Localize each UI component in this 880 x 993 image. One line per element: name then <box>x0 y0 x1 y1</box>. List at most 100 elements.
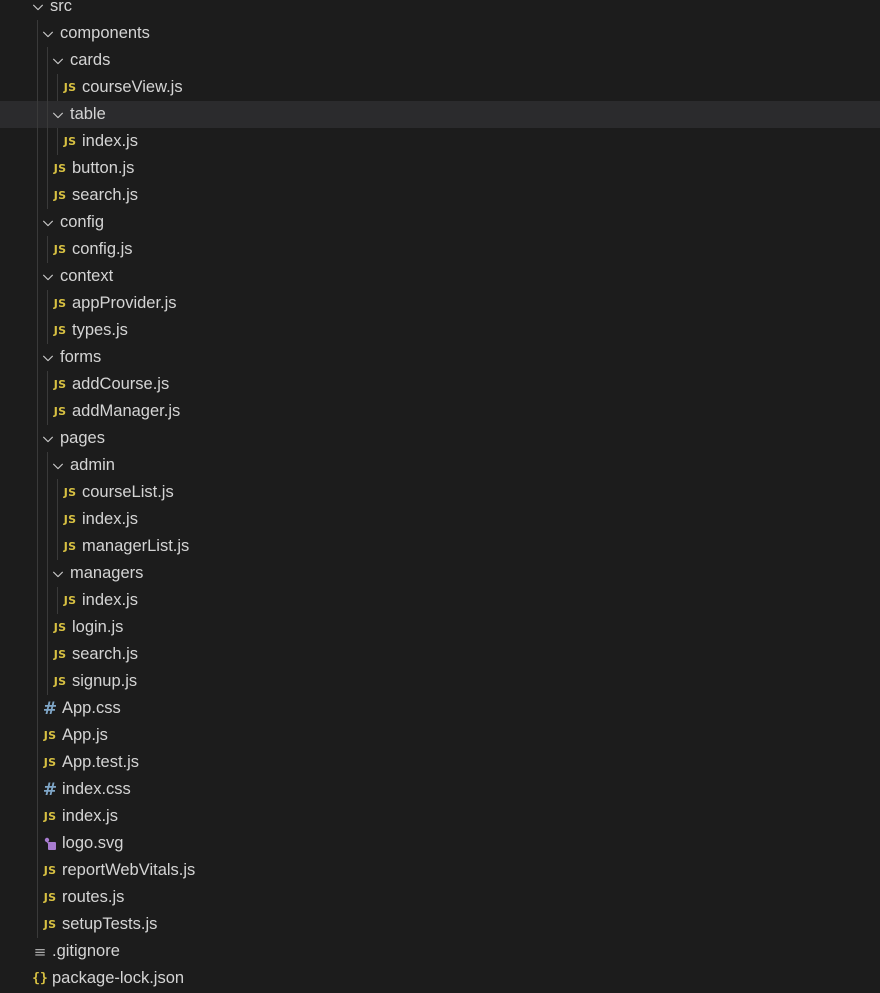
tree-file-courseView.js[interactable]: JS courseView.js <box>0 74 880 101</box>
indent-guide-line <box>37 506 38 533</box>
tree-file-index.css[interactable]: # index.css <box>0 776 880 803</box>
js-file-icon: JS <box>63 594 77 607</box>
indent-guide-line <box>37 155 38 182</box>
indent-guide-line <box>37 749 38 776</box>
js-file-icon: JS <box>43 756 57 769</box>
indent-guide-line <box>37 263 38 290</box>
indent-guide-line <box>47 47 48 74</box>
indent-guide-line <box>47 74 48 101</box>
tree-file-index.js[interactable]: JS index.js <box>0 587 880 614</box>
tree-file-button.js[interactable]: JS button.js <box>0 155 880 182</box>
lines-file-icon: ≡ <box>33 942 47 961</box>
tree-file-index.js[interactable]: JS index.js <box>0 506 880 533</box>
indent-guide-line <box>37 830 38 857</box>
indent-guide-line <box>37 20 38 47</box>
tree-item-label: config <box>60 213 105 231</box>
tree-folder-managers[interactable]: managers <box>0 560 880 587</box>
tree-item-label: search.js <box>72 186 139 204</box>
tree-file-setupTests.js[interactable]: JS setupTests.js <box>0 911 880 938</box>
tree-item-label: addManager.js <box>72 402 181 420</box>
js-file-icon: JS <box>53 405 67 418</box>
tree-folder-components[interactable]: components <box>0 20 880 47</box>
tree-item-label: index.js <box>82 132 138 150</box>
indent-guide-line <box>37 101 38 128</box>
tree-file-index.js[interactable]: JS index.js <box>0 128 880 155</box>
tree-file-types.js[interactable]: JS types.js <box>0 317 880 344</box>
tree-file-App.css[interactable]: # App.css <box>0 695 880 722</box>
js-file-icon: JS <box>53 648 67 661</box>
indent-guide-line <box>47 155 48 182</box>
tree-file-addCourse.js[interactable]: JS addCourse.js <box>0 371 880 398</box>
tree-file-signup.js[interactable]: JS signup.js <box>0 668 880 695</box>
tree-folder-forms[interactable]: forms <box>0 344 880 371</box>
tree-folder-table[interactable]: table <box>0 101 880 128</box>
tree-folder-config[interactable]: config <box>0 209 880 236</box>
indent-guide-line <box>37 209 38 236</box>
indent-guide-line <box>37 641 38 668</box>
tree-folder-context[interactable]: context <box>0 263 880 290</box>
tree-item-label: config.js <box>72 240 133 258</box>
tree-item-label: forms <box>60 348 102 366</box>
indent-guide-line <box>47 317 48 344</box>
js-file-icon: JS <box>43 729 57 742</box>
indent-guide-line <box>47 128 48 155</box>
indent-guide-line <box>37 425 38 452</box>
tree-folder-src[interactable]: src <box>0 0 880 20</box>
indent-guide-line <box>37 128 38 155</box>
tree-file-App.test.js[interactable]: JS App.test.js <box>0 749 880 776</box>
indent-guide-line <box>57 506 58 533</box>
tree-file-addManager.js[interactable]: JS addManager.js <box>0 398 880 425</box>
js-file-icon: JS <box>63 135 77 148</box>
indent-guide-line <box>37 857 38 884</box>
tree-item-label: button.js <box>72 159 135 177</box>
indent-guide-line <box>37 479 38 506</box>
js-file-icon: JS <box>43 810 57 823</box>
tree-file-App.js[interactable]: JS App.js <box>0 722 880 749</box>
tree-file-courseList.js[interactable]: JS courseList.js <box>0 479 880 506</box>
chevron-down-icon <box>48 105 68 125</box>
indent-guide-line <box>47 290 48 317</box>
indent-guide-line <box>37 182 38 209</box>
js-file-icon: JS <box>53 297 67 310</box>
js-file-icon: JS <box>53 189 67 202</box>
tree-file-routes.js[interactable]: JS routes.js <box>0 884 880 911</box>
js-file-icon: JS <box>43 918 57 931</box>
indent-guide-line <box>37 452 38 479</box>
tree-item-label: index.js <box>82 591 138 609</box>
indent-guide-line <box>37 560 38 587</box>
tree-file-index.js[interactable]: JS index.js <box>0 803 880 830</box>
tree-item-label: index.css <box>62 780 131 798</box>
chevron-down-icon <box>28 0 48 17</box>
tree-item-label: cards <box>70 51 111 69</box>
indent-guide-line <box>37 371 38 398</box>
tree-file-.gitignore[interactable]: ≡ .gitignore <box>0 938 880 965</box>
tree-item-label: search.js <box>72 645 139 663</box>
tree-file-reportWebVitals.js[interactable]: JS reportWebVitals.js <box>0 857 880 884</box>
indent-guide-line <box>47 101 48 128</box>
tree-file-login.js[interactable]: JS login.js <box>0 614 880 641</box>
tree-file-search.js[interactable]: JS search.js <box>0 182 880 209</box>
tree-file-logo.svg[interactable]: logo.svg <box>0 830 880 857</box>
tree-folder-pages[interactable]: pages <box>0 425 880 452</box>
tree-item-label: reportWebVitals.js <box>62 861 196 879</box>
js-file-icon: JS <box>53 162 67 175</box>
js-file-icon: JS <box>53 378 67 391</box>
tree-item-label: src <box>50 0 72 15</box>
tree-file-appProvider.js[interactable]: JS appProvider.js <box>0 290 880 317</box>
tree-folder-admin[interactable]: admin <box>0 452 880 479</box>
tree-folder-cards[interactable]: cards <box>0 47 880 74</box>
indent-guide-line <box>57 74 58 101</box>
tree-file-search.js[interactable]: JS search.js <box>0 641 880 668</box>
js-file-icon: JS <box>53 675 67 688</box>
indent-guide-line <box>47 398 48 425</box>
indent-guide-line <box>57 533 58 560</box>
indent-guide-line <box>47 533 48 560</box>
chevron-down-icon <box>48 564 68 584</box>
tree-item-label: pages <box>60 429 105 447</box>
json-file-icon: {} <box>32 971 48 986</box>
tree-item-label: table <box>70 105 106 123</box>
tree-file-config.js[interactable]: JS config.js <box>0 236 880 263</box>
tree-file-managerList.js[interactable]: JS managerList.js <box>0 533 880 560</box>
indent-guide-line <box>37 74 38 101</box>
chevron-down-icon <box>38 267 58 287</box>
